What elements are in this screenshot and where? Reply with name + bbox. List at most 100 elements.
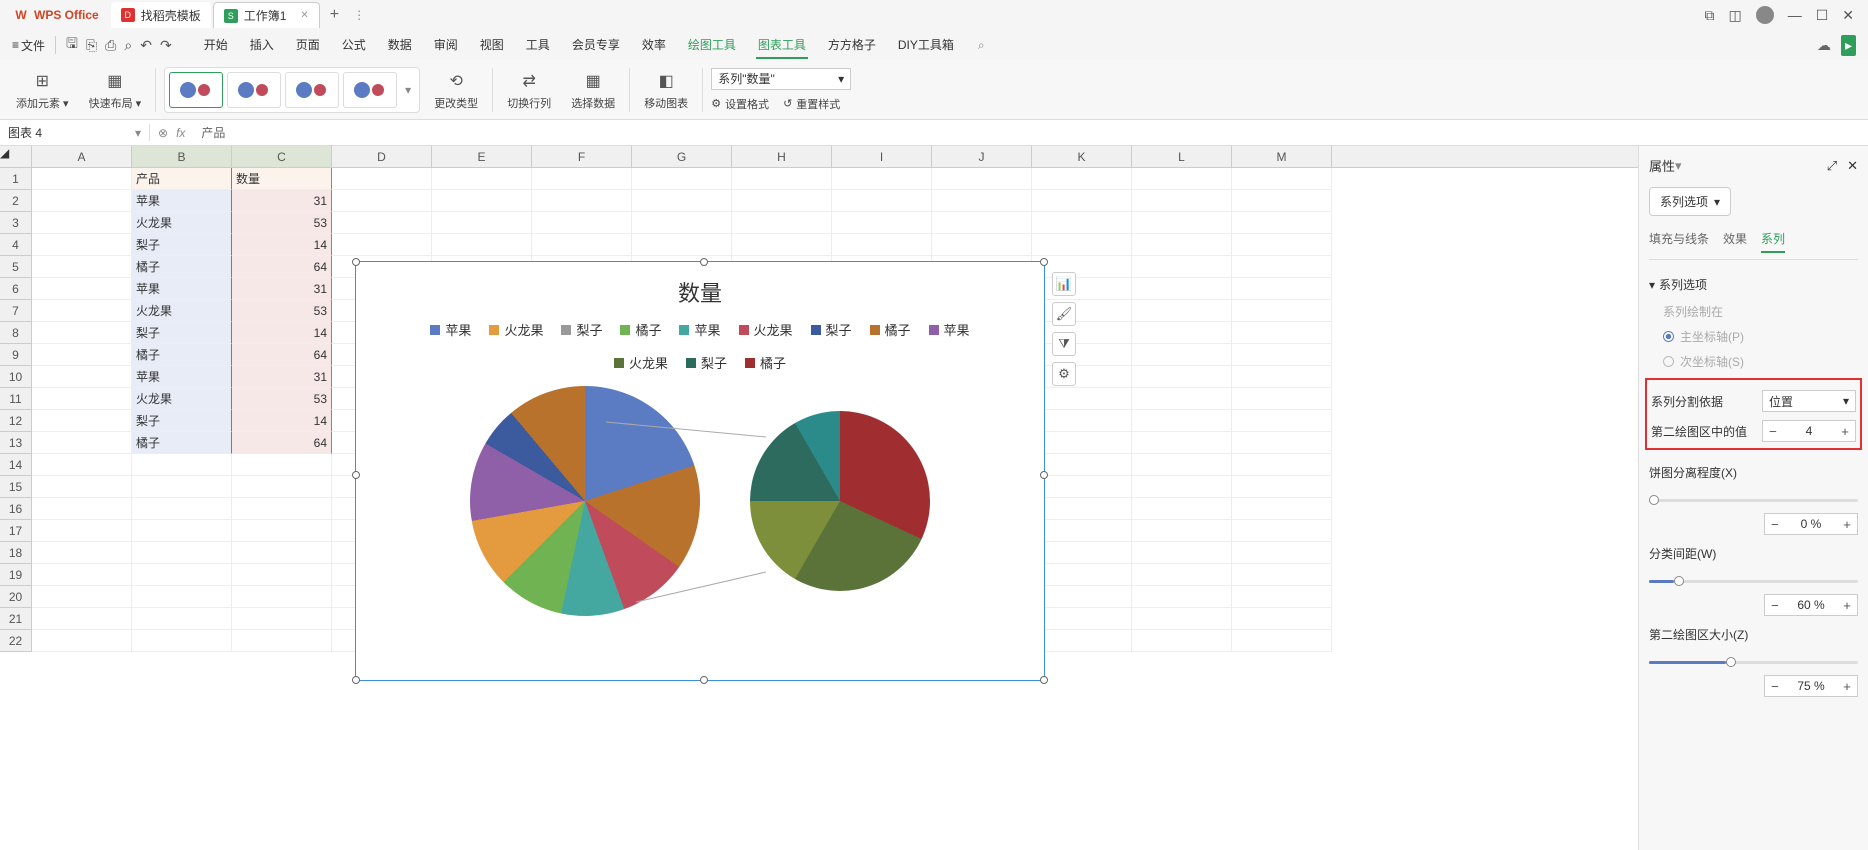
cell[interactable]: 53 [232, 300, 332, 322]
col-header[interactable]: C [232, 146, 332, 167]
col-header[interactable]: G [632, 146, 732, 167]
legend-item[interactable]: 苹果 [679, 320, 720, 339]
cell[interactable] [1132, 388, 1232, 410]
cell[interactable] [1232, 498, 1332, 520]
row-header[interactable]: 10 [0, 366, 32, 388]
menu-data[interactable]: 数据 [386, 32, 414, 59]
legend-item[interactable]: 苹果 [929, 320, 970, 339]
copy-window-icon[interactable]: ⧉ [1704, 7, 1714, 24]
cell[interactable] [1132, 564, 1232, 586]
select-all-corner[interactable]: ◢ [0, 146, 32, 167]
series-options-dropdown[interactable]: 系列选项▾ [1649, 187, 1731, 216]
print-icon[interactable]: ⎙ [105, 37, 116, 54]
cell[interactable] [1132, 542, 1232, 564]
cell[interactable] [32, 586, 132, 608]
redo-icon[interactable]: ↷ [160, 37, 172, 54]
fx-icon[interactable]: fx [176, 126, 185, 140]
close-panel-icon[interactable]: ✕ [1847, 158, 1858, 174]
cell[interactable] [732, 212, 832, 234]
undo-icon[interactable]: ↶ [140, 37, 152, 54]
split-by-select[interactable]: 位置▾ [1762, 390, 1856, 412]
close-window-icon[interactable]: ✕ [1842, 7, 1854, 24]
cell[interactable] [1032, 344, 1132, 366]
cell[interactable] [132, 542, 232, 564]
add-element-button[interactable]: ⊞ 添加元素 ▾ [10, 69, 75, 111]
menu-start[interactable]: 开始 [202, 32, 230, 59]
preset-2[interactable] [227, 72, 281, 108]
cell[interactable] [1132, 476, 1232, 498]
set-format-button[interactable]: ⚙设置格式 [711, 96, 769, 112]
cell[interactable]: 苹果 [132, 366, 232, 388]
cell[interactable] [232, 564, 332, 586]
cell[interactable] [1032, 476, 1132, 498]
cell[interactable]: 火龙果 [132, 388, 232, 410]
cell[interactable] [1232, 564, 1332, 586]
app-tab[interactable]: W WPS Office [4, 2, 109, 28]
cell[interactable] [232, 520, 332, 542]
close-tab-icon[interactable]: ✕ [300, 10, 308, 21]
cell[interactable] [1132, 300, 1232, 322]
menu-ffgz[interactable]: 方方格子 [826, 32, 878, 59]
cell[interactable] [732, 234, 832, 256]
minimize-icon[interactable]: — [1788, 7, 1802, 23]
col-header[interactable]: I [832, 146, 932, 167]
cell[interactable] [1132, 498, 1232, 520]
cell[interactable] [1232, 300, 1332, 322]
cell[interactable] [1132, 256, 1232, 278]
side-collapse-icon[interactable]: ▸ [1841, 35, 1856, 56]
cell[interactable] [132, 520, 232, 542]
cell[interactable] [1232, 520, 1332, 542]
cell[interactable] [32, 300, 132, 322]
cell[interactable] [1232, 476, 1332, 498]
cell[interactable] [1232, 608, 1332, 630]
cell[interactable]: 火龙果 [132, 300, 232, 322]
legend-item[interactable]: 橘子 [870, 320, 911, 339]
cell[interactable] [1032, 564, 1132, 586]
cell[interactable] [632, 234, 732, 256]
cell[interactable]: 苹果 [132, 278, 232, 300]
cell[interactable] [1132, 432, 1232, 454]
new-tab-button[interactable]: + [322, 6, 347, 24]
preset-3[interactable] [285, 72, 339, 108]
cell[interactable]: 梨子 [132, 234, 232, 256]
cloud-icon[interactable]: ☁ [1817, 37, 1831, 54]
primary-pie[interactable] [470, 386, 700, 616]
cell[interactable] [232, 476, 332, 498]
explosion-slider[interactable] [1649, 493, 1858, 507]
row-header[interactable]: 16 [0, 498, 32, 520]
cell[interactable]: 53 [232, 388, 332, 410]
change-type-button[interactable]: ⟲ 更改类型 [428, 69, 484, 111]
row-header[interactable]: 19 [0, 564, 32, 586]
cell[interactable] [1132, 520, 1232, 542]
cell[interactable] [932, 212, 1032, 234]
cell[interactable] [1132, 212, 1232, 234]
cell[interactable] [232, 542, 332, 564]
cell[interactable] [32, 256, 132, 278]
file-menu[interactable]: ≡ 文件 [6, 37, 51, 54]
row-header[interactable]: 14 [0, 454, 32, 476]
preset-1[interactable] [169, 72, 223, 108]
secondary-pie[interactable] [750, 411, 930, 591]
cell[interactable] [432, 168, 532, 190]
cell[interactable] [32, 322, 132, 344]
cell[interactable] [632, 190, 732, 212]
legend-item[interactable]: 梨子 [561, 320, 602, 339]
cell[interactable] [1232, 322, 1332, 344]
cell[interactable] [232, 454, 332, 476]
menu-efficiency[interactable]: 效率 [640, 32, 668, 59]
cell[interactable] [32, 542, 132, 564]
series-select-dropdown[interactable]: 系列"数量" ▾ [711, 68, 851, 90]
chart-elements-button[interactable]: 📊 [1052, 272, 1076, 296]
cell[interactable] [32, 388, 132, 410]
cell[interactable]: 14 [232, 234, 332, 256]
legend-item[interactable]: 火龙果 [739, 320, 793, 339]
workbook-tab[interactable]: S 工作簿1 ✕ [213, 2, 320, 28]
cell[interactable] [1232, 454, 1332, 476]
menu-diy[interactable]: DIY工具箱 [896, 32, 956, 59]
search-icon[interactable]: ⌕ [978, 38, 985, 53]
cell[interactable]: 64 [232, 432, 332, 454]
cell[interactable] [1132, 586, 1232, 608]
decrement-button[interactable]: − [1763, 424, 1783, 439]
col-header[interactable]: D [332, 146, 432, 167]
cell[interactable] [932, 190, 1032, 212]
